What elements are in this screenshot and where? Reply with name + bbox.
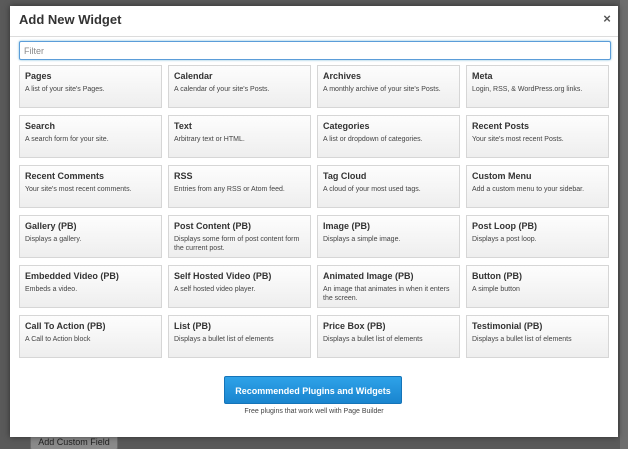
widget-tile[interactable]: Text Arbitrary text or HTML. [168, 115, 311, 158]
widget-description: Arbitrary text or HTML. [174, 136, 245, 143]
widget-title: Custom Menu [472, 171, 532, 181]
widget-title: Categories [323, 121, 370, 131]
widget-title: Tag Cloud [323, 171, 367, 181]
recommended-plugins-button[interactable]: Recommended Plugins and Widgets [224, 376, 402, 404]
widget-grid: Pages A list of your site's Pages. Calenda… [19, 65, 611, 363]
dialog-header: Add New Widget × [10, 6, 618, 37]
widget-tile[interactable]: Post Loop (PB) Displays a post loop. [466, 215, 609, 258]
widget-description: Displays a bullet list of elements [472, 336, 572, 343]
widget-title: List (PB) [174, 321, 211, 331]
widget-tile[interactable]: Image (PB) Displays a simple image. [317, 215, 460, 258]
widget-tile[interactable]: Price Box (PB) Displays a bullet list of … [317, 315, 460, 358]
widget-tile[interactable]: Self Hosted Video (PB) A self hosted vide… [168, 265, 311, 308]
widget-title: Self Hosted Video (PB) [174, 271, 272, 281]
widget-tile[interactable]: Tag Cloud A cloud of your most used tags. [317, 165, 460, 208]
widget-description: A monthly archive of your site's Posts. [323, 86, 441, 93]
widget-title: Testimonial (PB) [472, 321, 543, 331]
widget-tile[interactable]: Animated Image (PB) An image that animate… [317, 265, 460, 308]
widget-title: Call To Action (PB) [25, 321, 106, 331]
widget-title: Meta [472, 71, 493, 81]
widget-description: Your site's most recent Posts. [472, 136, 564, 143]
widget-title: Image (PB) [323, 221, 371, 231]
widget-description: An image that animates in when it enters… [323, 286, 450, 302]
widget-tile[interactable]: Recent Comments Your site's most recent c… [19, 165, 162, 208]
add-widget-dialog: Add New Widget × Pages A list of your sit… [10, 6, 618, 437]
widget-tile[interactable]: Meta Login, RSS, & WordPress.org links. [466, 65, 609, 108]
widget-tile[interactable]: Testimonial (PB) Displays a bullet list o… [466, 315, 609, 358]
widget-title: Embedded Video (PB) [25, 271, 119, 281]
widget-description: Embeds a video. [25, 286, 78, 293]
widget-tile[interactable]: Archives A monthly archive of your site's… [317, 65, 460, 108]
widget-description: Displays a simple image. [323, 236, 401, 243]
widget-tile[interactable]: Calendar A calendar of your site's Posts. [168, 65, 311, 108]
widget-title: Gallery (PB) [25, 221, 77, 231]
widget-title: RSS [174, 171, 193, 181]
widget-description: Your site's most recent comments. [25, 186, 132, 193]
dialog-title: Add New Widget [19, 12, 122, 27]
widget-description: Add a custom menu to your sidebar. [472, 186, 585, 193]
widget-title: Calendar [174, 71, 213, 81]
widget-tile[interactable]: Categories A list or dropdown of categori… [317, 115, 460, 158]
widget-title: Post Loop (PB) [472, 221, 537, 231]
widget-description: A list of your site's Pages. [25, 86, 105, 93]
widget-title: Search [25, 121, 56, 131]
widget-title: Recent Comments [25, 171, 105, 181]
widget-tile[interactable]: Embedded Video (PB) Embeds a video. [19, 265, 162, 308]
widget-tile[interactable]: Call To Action (PB) A Call to Action bloc… [19, 315, 162, 358]
widget-tile[interactable]: Pages A list of your site's Pages. [19, 65, 162, 108]
widget-title: Price Box (PB) [323, 321, 386, 331]
widget-description: A cloud of your most used tags. [323, 186, 421, 193]
widget-title: Pages [25, 71, 52, 81]
close-icon[interactable]: × [600, 11, 614, 27]
widget-description: Entries from any RSS or Atom feed. [174, 186, 285, 193]
recommended-plugins-caption: Free plugins that work well with Page Bu… [244, 408, 384, 415]
widget-tile[interactable]: Custom Menu Add a custom menu to your sid… [466, 165, 609, 208]
widget-description: Displays a gallery. [25, 236, 82, 243]
widget-description: Login, RSS, & WordPress.org links. [472, 86, 583, 93]
widget-title: Archives [323, 71, 362, 81]
widget-tile[interactable]: Search A search form for your site. [19, 115, 162, 158]
widget-description: Displays a post loop. [472, 236, 537, 243]
widget-description: A self hosted video player. [174, 286, 256, 293]
widget-description: A simple button [472, 286, 520, 293]
widget-tile[interactable]: List (PB) Displays a bullet list of eleme… [168, 315, 311, 358]
widget-tile[interactable]: RSS Entries from any RSS or Atom feed. [168, 165, 311, 208]
widget-description: A Call to Action block [25, 336, 91, 343]
widget-tile[interactable]: Button (PB) A simple button [466, 265, 609, 308]
widget-title: Animated Image (PB) [323, 271, 414, 281]
widget-tile[interactable]: Recent Posts Your site's most recent Post… [466, 115, 609, 158]
widget-description: A search form for your site. [25, 136, 109, 143]
widget-description: Displays a bullet list of elements [174, 336, 274, 343]
widget-description: Displays a bullet list of elements [323, 336, 423, 343]
widget-title: Recent Posts [472, 121, 530, 131]
widget-title: Text [174, 121, 192, 131]
background-sidebar-strip [620, 0, 628, 449]
widget-tile[interactable]: Post Content (PB) Displays some form of p… [168, 215, 311, 258]
widget-tile[interactable]: Gallery (PB) Displays a gallery. [19, 215, 162, 258]
filter-input[interactable] [19, 41, 611, 60]
widget-title: Button (PB) [472, 271, 522, 281]
widget-title: Post Content (PB) [174, 221, 251, 231]
widget-description: A list or dropdown of categories. [323, 136, 423, 143]
widget-description: A calendar of your site's Posts. [174, 86, 270, 93]
widget-description: Displays some form of post content form … [174, 236, 300, 252]
